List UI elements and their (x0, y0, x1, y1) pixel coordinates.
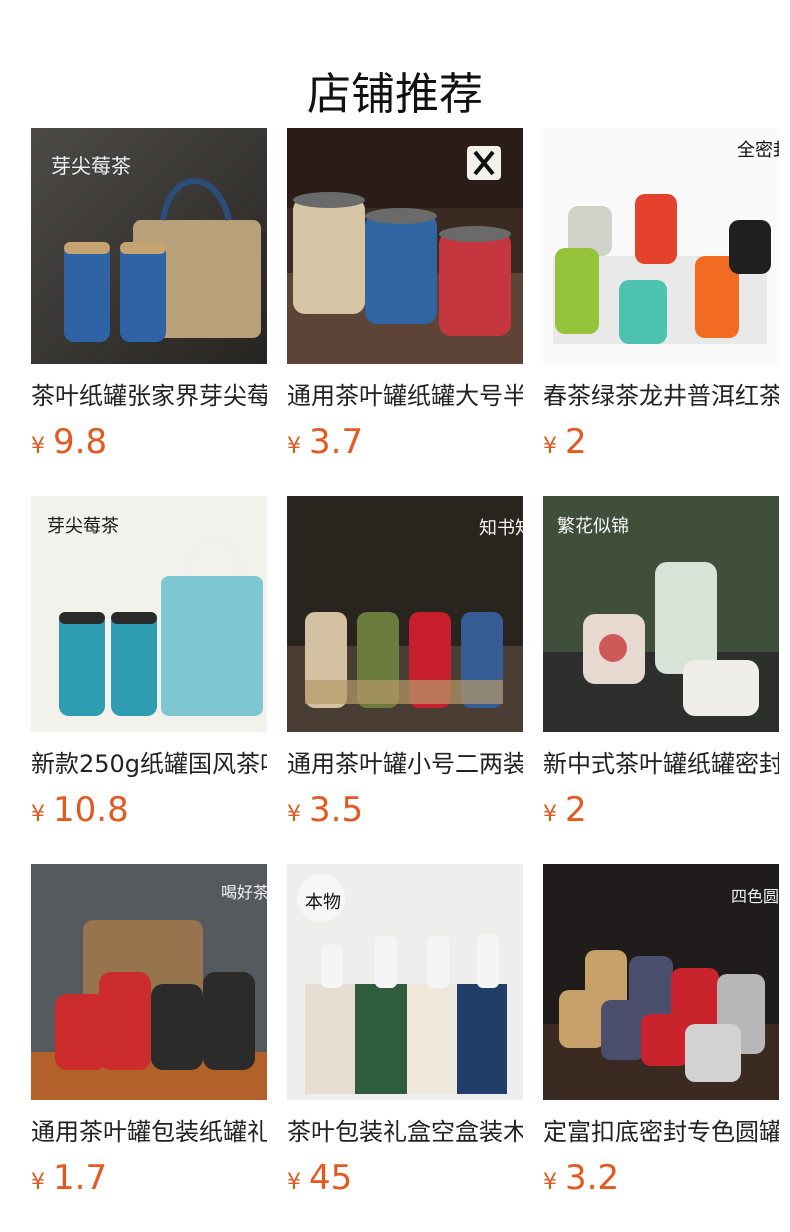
product-card[interactable]: 繁花似锦 新中式茶叶罐纸罐密封 ¥ 2 (543, 496, 779, 864)
product-image-label: 喝好茶 (221, 883, 267, 902)
currency-symbol: ¥ (31, 802, 45, 827)
section-title: 店铺推荐 (307, 69, 483, 121)
product-name: 新中式茶叶罐纸罐密封 (543, 750, 779, 778)
product-image-art: 芽尖莓茶 (31, 496, 267, 732)
product-card[interactable]: 本物 茶叶包装礼盒空盒装木质 ¥ 45 (287, 864, 523, 1232)
currency-symbol: ¥ (543, 802, 557, 827)
product-image-label: 全密封罐 (737, 140, 779, 161)
product-name: 新款250g纸罐国风茶叶 (31, 750, 267, 778)
product-name: 茶叶纸罐张家界芽尖莓茶 (31, 382, 267, 410)
product-card[interactable]: 四色圆罐 定富扣底密封专色圆罐 ¥ 3.2 (543, 864, 779, 1232)
product-image-art: 繁花似锦 (543, 496, 779, 732)
product-image[interactable]: 喝好茶 (31, 864, 267, 1100)
currency-symbol: ¥ (287, 434, 301, 459)
product-name: 春茶绿茶龙井普洱红茶 (543, 382, 779, 410)
product-image-label: 本物 (305, 892, 341, 913)
product-price: ¥ 45 (287, 1158, 523, 1198)
product-image-label: 芽尖莓茶 (51, 154, 131, 178)
product-image-art: 喝好茶 (31, 864, 267, 1100)
price-amount: 10.8 (53, 790, 129, 830)
product-price: ¥ 3.5 (287, 790, 523, 830)
product-name: 通用茶叶罐包装纸罐礼盒 (31, 1118, 267, 1146)
product-image-art: 本物 (287, 864, 523, 1100)
product-image[interactable]: 全密封罐 (543, 128, 779, 364)
price-amount: 2 (565, 790, 587, 830)
product-image[interactable]: 知书知礼 (287, 496, 523, 732)
product-card[interactable]: 芽尖莓茶 茶叶纸罐张家界芽尖莓茶 ¥ 9.8 (31, 128, 267, 496)
product-card[interactable]: 知书知礼 通用茶叶罐小号二两装 ¥ 3.5 (287, 496, 523, 864)
product-image[interactable] (287, 128, 523, 364)
product-price: ¥ 3.2 (543, 1158, 779, 1198)
price-amount: 3.2 (565, 1158, 620, 1198)
product-image[interactable]: 本物 (287, 864, 523, 1100)
product-image-label: 知书知礼 (479, 518, 523, 539)
product-card[interactable]: 通用茶叶罐纸罐大号半斤 ¥ 3.7 (287, 128, 523, 496)
product-image-art: 芽尖莓茶 (31, 128, 267, 364)
product-image-art: 全密封罐 (543, 128, 779, 364)
product-card[interactable]: 喝好茶 通用茶叶罐包装纸罐礼盒 ¥ 1.7 (31, 864, 267, 1232)
product-price: ¥ 9.8 (31, 422, 267, 462)
currency-symbol: ¥ (31, 434, 45, 459)
product-card[interactable]: 芽尖莓茶 新款250g纸罐国风茶叶 ¥ 10.8 (31, 496, 267, 864)
product-price: ¥ 3.7 (287, 422, 523, 462)
product-name: 定富扣底密封专色圆罐 (543, 1118, 779, 1146)
price-amount: 3.7 (309, 422, 364, 462)
product-image-label: 四色圆罐 (731, 887, 779, 906)
product-image[interactable]: 四色圆罐 (543, 864, 779, 1100)
product-name: 茶叶包装礼盒空盒装木质 (287, 1118, 523, 1146)
product-image-label: 芽尖莓茶 (47, 516, 119, 537)
price-amount: 1.7 (53, 1158, 108, 1198)
product-price: ¥ 2 (543, 790, 779, 830)
currency-symbol: ¥ (287, 1170, 301, 1195)
product-price: ¥ 2 (543, 422, 779, 462)
product-image[interactable]: 芽尖莓茶 (31, 496, 267, 732)
price-amount: 3.5 (309, 790, 364, 830)
product-name: 通用茶叶罐小号二两装 (287, 750, 523, 778)
product-image[interactable]: 芽尖莓茶 (31, 128, 267, 364)
product-name: 通用茶叶罐纸罐大号半斤 (287, 382, 523, 410)
currency-symbol: ¥ (31, 1170, 45, 1195)
currency-symbol: ¥ (543, 434, 557, 459)
price-amount: 45 (309, 1158, 353, 1198)
price-amount: 9.8 (53, 422, 108, 462)
product-card[interactable]: 全密封罐 春茶绿茶龙井普洱红茶 ¥ 2 (543, 128, 779, 496)
store-recommendations-page: 店铺推荐 芽尖莓茶 茶叶纸罐张家界芽尖莓茶 ¥ 9.8 (0, 0, 790, 1232)
product-image-art: 知书知礼 (287, 496, 523, 732)
product-image-label: 繁花似锦 (557, 516, 629, 537)
price-amount: 2 (565, 422, 587, 462)
product-image-art: 四色圆罐 (543, 864, 779, 1100)
product-price: ¥ 10.8 (31, 790, 267, 830)
currency-symbol: ¥ (543, 1170, 557, 1195)
product-image-art (287, 128, 523, 364)
currency-symbol: ¥ (287, 802, 301, 827)
product-price: ¥ 1.7 (31, 1158, 267, 1198)
product-image[interactable]: 繁花似锦 (543, 496, 779, 732)
product-grid: 芽尖莓茶 茶叶纸罐张家界芽尖莓茶 ¥ 9.8 (31, 128, 779, 1232)
